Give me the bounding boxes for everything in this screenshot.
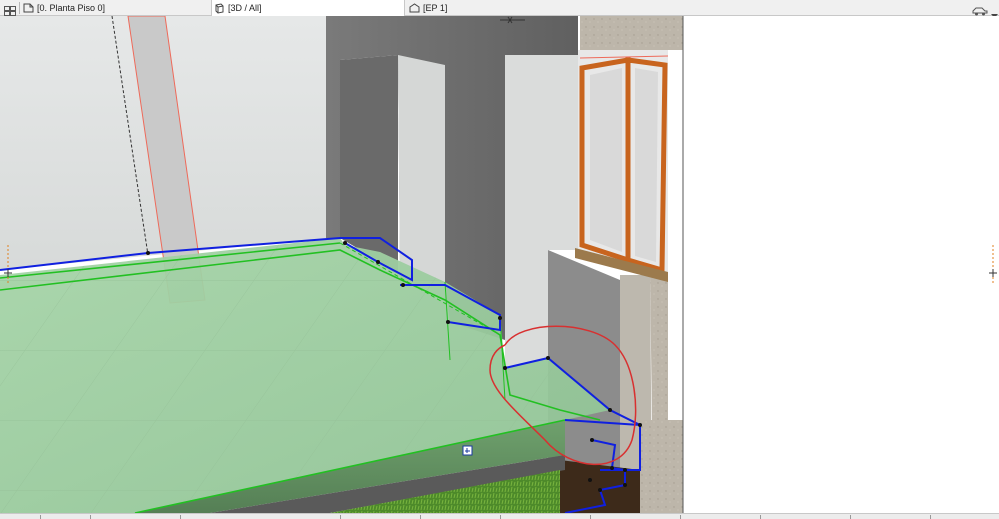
- selection-handle-icon[interactable]: [462, 445, 473, 456]
- floor-plan-icon: [23, 3, 34, 13]
- window: [575, 50, 669, 282]
- 3d-view-icon: [215, 2, 224, 14]
- elevation-icon: [409, 3, 420, 13]
- tab-floor-plan[interactable]: [0. Planta Piso 0]: [21, 0, 211, 16]
- status-bar: [0, 513, 999, 519]
- view-tab-bar: [0. Planta Piso 0] [3D / All] [EP 1]: [0, 0, 999, 18]
- tab-label: [3D / All]: [228, 3, 262, 13]
- tab-label: [0. Planta Piso 0]: [37, 3, 106, 13]
- tab-3d-view[interactable]: [3D / All]: [211, 0, 405, 16]
- tab-elevation[interactable]: [EP 1]: [407, 0, 587, 16]
- tab-label: [EP 1]: [423, 3, 448, 13]
- 3d-viewport[interactable]: [0, 16, 999, 513]
